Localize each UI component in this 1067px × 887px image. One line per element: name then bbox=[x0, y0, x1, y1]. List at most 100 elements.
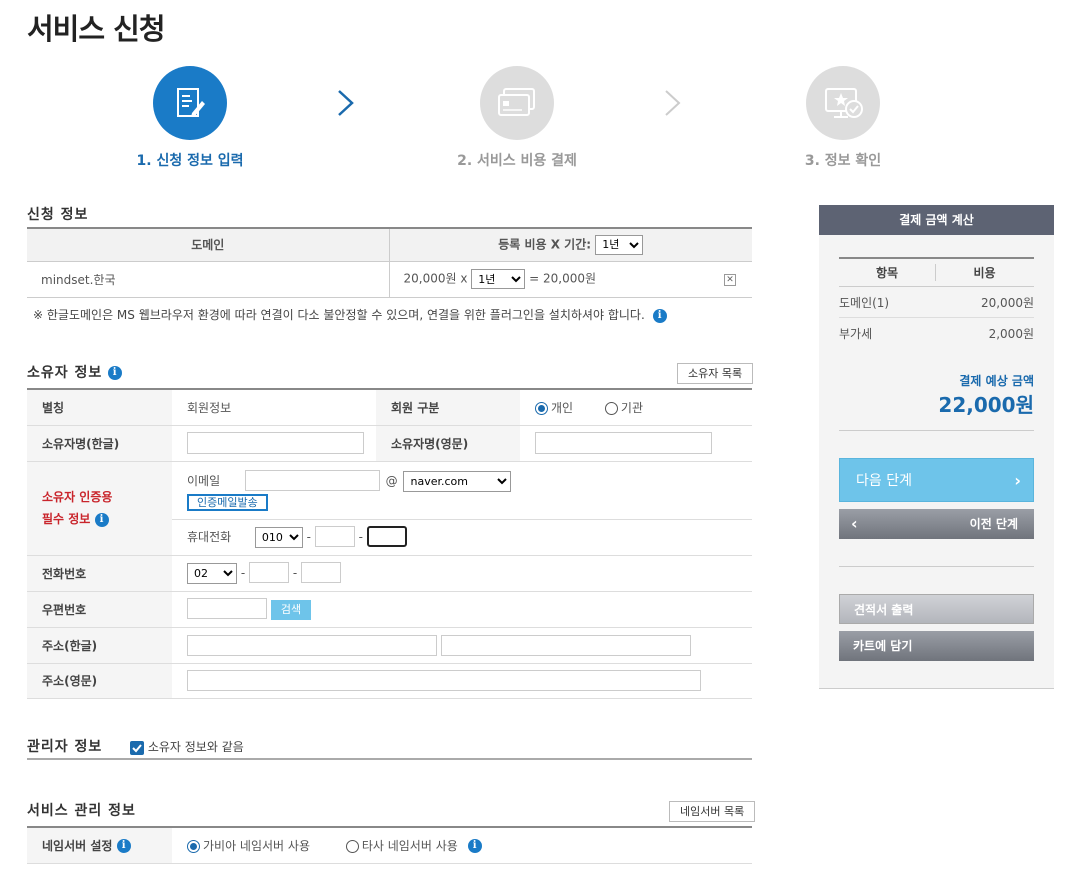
period-select-row[interactable]: 1년 bbox=[471, 269, 526, 289]
mobile-cell: 휴대전화 010 - - bbox=[172, 519, 752, 556]
step-2-label: 2. 서비스 비용 결제 bbox=[457, 153, 577, 169]
zip-input[interactable] bbox=[187, 598, 267, 620]
name-kr-label: 소유자명(한글) bbox=[27, 425, 172, 462]
phone-prefix-select[interactable]: 02 bbox=[187, 563, 237, 584]
addr-kr-label: 주소(한글) bbox=[27, 627, 172, 664]
next-step-button[interactable]: 다음 단계 › bbox=[839, 458, 1034, 502]
info-icon[interactable]: i bbox=[467, 839, 482, 854]
sidebar-row-cost: 2,000원 bbox=[988, 327, 1034, 341]
radio-ns-other[interactable]: 타사 네임서버 사용 bbox=[345, 839, 458, 853]
sidebar-title: 결제 금액 계산 bbox=[819, 205, 1054, 235]
step-2: 2. 서비스 비용 결제 bbox=[417, 66, 617, 170]
addr-en-cell bbox=[172, 663, 752, 699]
at-sign: @ bbox=[385, 473, 398, 488]
sidebar-divider bbox=[839, 430, 1034, 431]
mobile-last-input[interactable] bbox=[366, 526, 407, 547]
info-icon[interactable]: i bbox=[652, 308, 667, 323]
phone-last-input[interactable] bbox=[301, 562, 341, 583]
monitor-check-icon bbox=[806, 66, 880, 140]
zip-label: 우편번호 bbox=[27, 591, 172, 628]
owner-list-button[interactable]: 소유자 목록 bbox=[677, 363, 754, 384]
addr-kr-cell bbox=[172, 627, 752, 664]
mobile-middle-input[interactable] bbox=[314, 526, 355, 547]
radio-personal[interactable]: 개인 bbox=[535, 401, 573, 415]
fee-text: 20,000원 x bbox=[403, 271, 468, 286]
ns-label: 네임서버 설정 bbox=[42, 838, 113, 853]
member-type-label: 회원 구분 bbox=[376, 389, 520, 426]
print-estimate-button[interactable]: 견적서 출력 bbox=[839, 594, 1034, 624]
sidebar-row-item: 부가세 bbox=[839, 327, 873, 341]
prev-step-label: 이전 단계 bbox=[969, 517, 1018, 531]
checkbox-checked-icon[interactable] bbox=[130, 740, 144, 755]
chevron-right-icon bbox=[338, 90, 354, 116]
section-divider bbox=[27, 758, 752, 760]
service-section-title: 서비스 관리 정보 bbox=[27, 803, 136, 819]
auth-required-label: 소유자 인증용 필수 정보 i bbox=[27, 461, 172, 556]
name-en-input[interactable] bbox=[535, 432, 712, 454]
mobile-label: 휴대전화 bbox=[187, 530, 232, 544]
col-fee: 등록 비용 X 기간: 1년 bbox=[388, 228, 752, 262]
sidebar-row: 도메인(1) 20,000원 bbox=[839, 287, 1034, 318]
addr-kr-input-1[interactable] bbox=[187, 634, 437, 656]
name-en-label: 소유자명(영문) bbox=[376, 425, 520, 462]
dash: - bbox=[240, 566, 246, 580]
chevron-right-icon bbox=[665, 90, 681, 116]
next-step-label: 다음 단계 bbox=[856, 473, 912, 489]
same-as-owner-checkbox[interactable]: 소유자 정보와 같음 bbox=[130, 738, 244, 755]
radio-ns-gabia[interactable]: 가비아 네임서버 사용 bbox=[187, 839, 310, 853]
step-3: 3. 정보 확인 bbox=[743, 66, 943, 170]
info-icon[interactable]: i bbox=[108, 366, 123, 380]
dash: - bbox=[292, 566, 298, 580]
step-1-label: 1. 신청 정보 입력 bbox=[136, 153, 244, 169]
fee-cell: 20,000원 x 1년 = 20,000원 ✕ bbox=[388, 261, 752, 298]
expected-amount: 22,000원 bbox=[938, 393, 1034, 417]
sidebar-col-item: 항목 bbox=[839, 264, 936, 281]
sidebar-header-row: 항목 비용 bbox=[839, 257, 1034, 287]
radio-org[interactable]: 기관 bbox=[604, 401, 643, 415]
alias-value: 회원정보 bbox=[172, 389, 376, 426]
period-select-header[interactable]: 1년 bbox=[595, 234, 644, 255]
owner-section-title: 소유자 정보 i bbox=[27, 362, 123, 382]
form-edit-icon bbox=[153, 66, 227, 140]
step-3-label: 3. 정보 확인 bbox=[804, 153, 882, 169]
sidebar-row: 부가세 2,000원 bbox=[839, 318, 1034, 349]
addr-kr-input-2[interactable] bbox=[440, 634, 691, 656]
zip-search-button[interactable]: 검색 bbox=[270, 599, 312, 620]
expected-label: 결제 예상 금액 bbox=[959, 374, 1034, 388]
col-domain: 도메인 bbox=[27, 228, 389, 262]
page-title: 서비스 신청 bbox=[27, 12, 165, 46]
col-fee-label: 등록 비용 X 기간: bbox=[498, 237, 592, 252]
sidebar-row-cost: 20,000원 bbox=[980, 295, 1034, 310]
email-cell: 이메일 @ naver.com 인증메일발송 bbox=[172, 461, 752, 520]
info-icon[interactable]: i bbox=[116, 839, 131, 854]
application-section-title: 신청 정보 bbox=[27, 207, 89, 223]
email-domain-select[interactable]: naver.com bbox=[403, 470, 512, 492]
payment-sidebar: 결제 금액 계산 항목 비용 도메인(1) 20,000원 부가세 2,000원… bbox=[819, 205, 1054, 689]
application-table: 도메인 등록 비용 X 기간: 1년 mindset.한국 20,000원 x … bbox=[27, 227, 752, 298]
phone-middle-input[interactable] bbox=[249, 562, 289, 583]
admin-section-title: 관리자 정보 bbox=[27, 739, 103, 755]
service-table: 네임서버 설정 i 가비아 네임서버 사용 타사 네임서버 사용 i bbox=[27, 826, 752, 864]
sidebar-divider bbox=[839, 566, 1034, 567]
dash: - bbox=[306, 530, 311, 544]
info-icon[interactable]: i bbox=[94, 512, 109, 527]
auth-label-2: 필수 정보 bbox=[42, 512, 91, 526]
step-1: 1. 신청 정보 입력 bbox=[90, 66, 290, 170]
name-kr-input[interactable] bbox=[187, 432, 364, 454]
owner-title-text: 소유자 정보 bbox=[27, 365, 103, 381]
send-auth-mail-button[interactable]: 인증메일발송 bbox=[187, 493, 268, 511]
mobile-prefix-select[interactable]: 010 bbox=[254, 527, 303, 548]
addr-en-input[interactable] bbox=[187, 670, 701, 691]
dash: - bbox=[358, 530, 363, 544]
add-to-cart-button[interactable]: 카트에 담기 bbox=[839, 631, 1034, 661]
nameserver-list-button[interactable]: 네임서버 목록 bbox=[669, 801, 756, 822]
chevron-left-icon: ‹ bbox=[851, 514, 858, 533]
email-label: 이메일 bbox=[187, 473, 221, 488]
notice-text: ※ 한글도메인은 MS 웹브라우저 환경에 따라 연결이 다소 불안정할 수 있… bbox=[33, 308, 645, 322]
domain-name: mindset.한국 bbox=[27, 261, 389, 298]
same-as-owner-label: 소유자 정보와 같음 bbox=[147, 740, 244, 754]
ns-options-cell: 가비아 네임서버 사용 타사 네임서버 사용 i bbox=[172, 827, 752, 864]
close-icon[interactable]: ✕ bbox=[724, 273, 736, 286]
prev-step-button[interactable]: ‹ 이전 단계 bbox=[839, 509, 1034, 539]
email-id-input[interactable] bbox=[244, 469, 380, 491]
